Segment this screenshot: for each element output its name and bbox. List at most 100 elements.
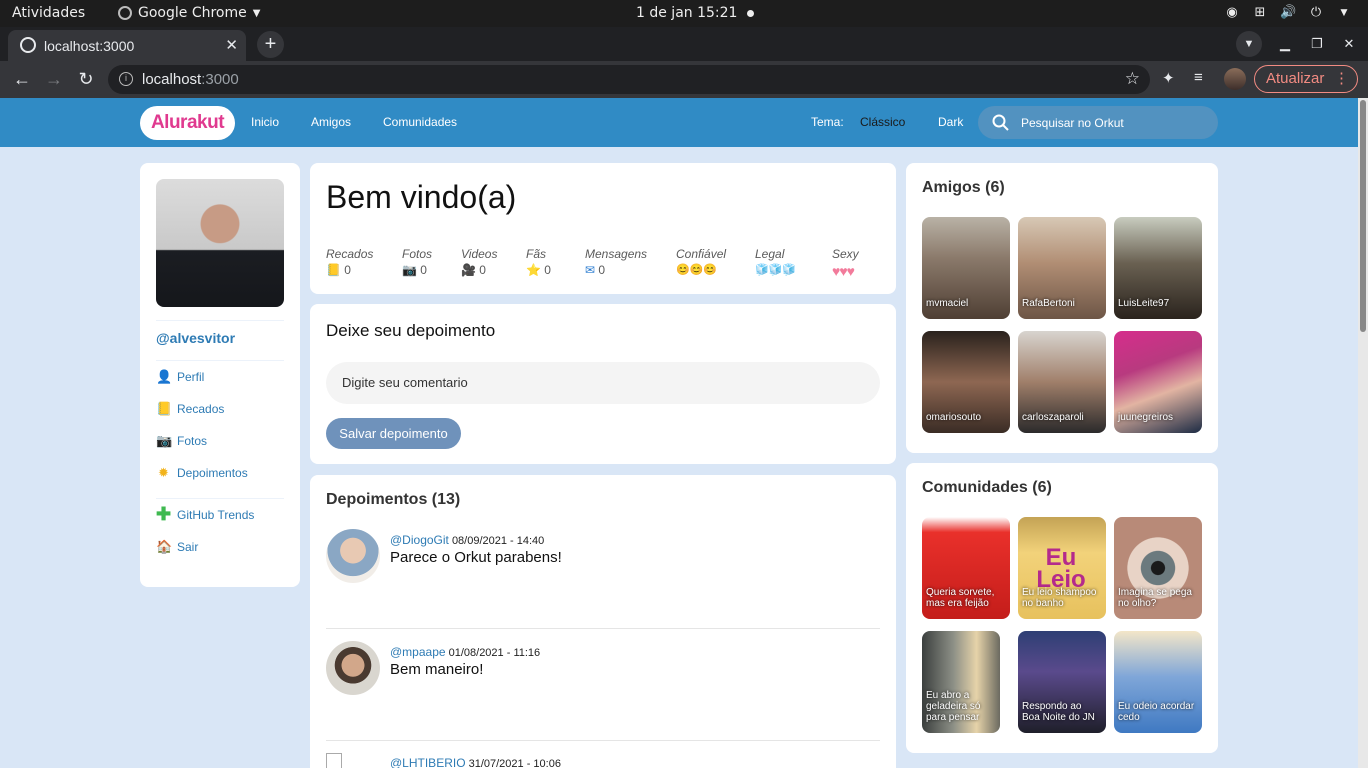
stat-recados[interactable]: Recados 📒 0 [326, 247, 402, 279]
alurakut-logo[interactable]: Alurakut [140, 106, 235, 140]
testimonial-avatar[interactable] [326, 641, 380, 695]
community-tile[interactable]: Eu odeio acordar cedo [1114, 631, 1202, 733]
maximize-icon[interactable]: ❐ [1308, 36, 1326, 52]
sidebar-item-recados[interactable]: 📒 Recados [156, 401, 224, 416]
clock[interactable]: 1 de jan 15:21 [636, 5, 755, 21]
minimize-icon[interactable]: ▁ [1276, 36, 1294, 52]
new-tab-button[interactable]: + [257, 31, 284, 58]
discord-icon[interactable]: ◉ [1224, 5, 1240, 21]
extensions-icon[interactable]: ✦ [1162, 69, 1175, 87]
tab-search-button[interactable]: ▼ [1236, 31, 1262, 57]
community-tile[interactable]: Respondo ao Boa Noite do JN [1018, 631, 1106, 733]
sidebar-item-fotos[interactable]: 📷 Fotos [156, 433, 207, 448]
media-queue-icon[interactable]: ≡ [1194, 69, 1203, 86]
browser-tab[interactable]: localhost:3000 ✕ [8, 30, 246, 61]
friend-tile[interactable]: juunegreiros [1114, 331, 1202, 433]
form-title: Deixe seu depoimento [326, 321, 496, 340]
update-label: Atualizar [1266, 70, 1325, 87]
community-tile[interactable]: Eu abro a geladeira só para pensar [922, 631, 1000, 733]
testimonial-avatar[interactable] [326, 529, 380, 583]
friend-name: LuisLeite97 [1118, 298, 1170, 309]
browser-toolbar: ← → ↻ i localhost:3000 ☆ ✦ ≡ Atualizar ⋮ [0, 61, 1368, 98]
close-tab-icon[interactable]: ✕ [225, 36, 238, 54]
address-bar[interactable]: i localhost:3000 ☆ [108, 65, 1150, 94]
sidebar-item-sair[interactable]: 🏠 Sair [156, 539, 198, 554]
url-text: localhost:3000 [142, 71, 239, 88]
save-testimonial-button[interactable]: Salvar depoimento [326, 418, 461, 449]
info-icon[interactable]: i [119, 72, 133, 86]
stat-videos[interactable]: Videos 🎥 0 [461, 247, 526, 279]
community-name: Eu abro a geladeira só para pensar [926, 690, 981, 723]
testimonials-box: Depoimentos (13) @DiogoGit 08/09/2021 - … [310, 475, 896, 768]
system-tray[interactable]: ◉ ⊞ 🔊 ⏻ ▼ [1224, 5, 1352, 21]
friends-box: Amigos (6) mvmaciel RafaBertoni LuisLeit… [906, 163, 1218, 453]
sidebar-item-label: Depoimentos [177, 465, 248, 480]
theme-dark[interactable]: Dark [938, 115, 963, 129]
testimonials-title: Depoimentos (13) [326, 491, 461, 508]
testimonial-user[interactable]: @LHTIBERIO [390, 756, 466, 768]
testimonial-user[interactable]: @mpaape [390, 645, 446, 659]
community-tile[interactable]: Eu Leio Eu leio shampoo no banho [1018, 517, 1106, 619]
chevron-down-icon[interactable]: ▼ [1336, 5, 1352, 21]
update-button[interactable]: Atualizar ⋮ [1254, 65, 1358, 93]
bookmark-star-icon[interactable]: ☆ [1125, 69, 1140, 89]
sidebar-item-depoimentos[interactable]: ✹ Depoimentos [156, 465, 248, 480]
back-icon[interactable]: ← [11, 68, 33, 90]
profile-photo[interactable] [156, 179, 284, 307]
testimonial-user[interactable]: @DiogoGit [390, 533, 449, 547]
friend-tile[interactable]: LuisLeite97 [1114, 217, 1202, 319]
sidebar-item-label: Perfil [177, 369, 205, 384]
tab-strip: localhost:3000 ✕ + ▼ ▁ ❐ ✕ [0, 27, 1368, 61]
friend-name: carloszaparoli [1022, 412, 1084, 423]
profile-avatar[interactable] [1224, 68, 1246, 90]
community-tile[interactable]: Queria sorvete, mas era feijão [922, 517, 1010, 619]
clock-text: 1 de jan 15:21 [636, 5, 738, 21]
search-input[interactable]: Pesquisar no Orkut [978, 106, 1218, 139]
volume-icon[interactable]: 🔊 [1280, 5, 1296, 21]
page-scrollbar[interactable] [1358, 98, 1368, 768]
stats-row: Recados 📒 0 Fotos 📷 0 Videos 🎥 0 Fãs ⭐ 0… [326, 247, 880, 279]
sun-icon: ✹ [158, 465, 169, 480]
community-name: Imagina se pega no olho? [1118, 587, 1192, 609]
app-menu[interactable]: Google Chrome ▼ [118, 5, 260, 21]
profile-handle[interactable]: @alvesvitor [156, 330, 235, 346]
theme-label: Tema: [811, 115, 844, 129]
sidebar-item-label: Recados [177, 401, 225, 416]
comment-input[interactable]: Digite seu comentario [326, 362, 880, 404]
friend-tile[interactable]: carloszaparoli [1018, 331, 1106, 433]
kebab-menu-icon[interactable]: ⋮ [1334, 66, 1349, 92]
theme-classic[interactable]: Clássico [860, 115, 905, 129]
friend-tile[interactable]: RafaBertoni [1018, 217, 1106, 319]
friend-tile[interactable]: mvmaciel [922, 217, 1010, 319]
forward-icon[interactable]: → [43, 68, 65, 90]
sidebar-item-github-trends[interactable]: ✚ GitHub Trends [156, 505, 254, 523]
stat-label: Legal [755, 247, 785, 261]
community-tile[interactable]: Imagina se pega no olho? [1114, 517, 1202, 619]
stat-fas[interactable]: Fãs ⭐ 0 [526, 247, 585, 279]
testimonial-meta: @LHTIBERIO 31/07/2021 - 10:06 [390, 756, 561, 768]
power-icon[interactable]: ⏻ [1308, 5, 1324, 21]
sidebar-item-perfil[interactable]: 👤 Perfil [156, 369, 204, 384]
stat-fotos[interactable]: Fotos 📷 0 [402, 247, 461, 279]
stat-legal[interactable]: Legal 🧊🧊🧊 [755, 247, 832, 279]
smiley-icon: 😊😊😊 [676, 264, 718, 276]
chrome-icon [118, 6, 132, 20]
stat-sexy[interactable]: Sexy ♥♥♥ [832, 247, 880, 279]
testimonial-date: 31/07/2021 - 10:06 [468, 758, 561, 768]
network-icon[interactable]: ⊞ [1252, 5, 1268, 21]
testimonial-date: 01/08/2021 - 11:16 [448, 647, 541, 659]
nav-comunidades[interactable]: Comunidades [383, 115, 457, 129]
nav-amigos[interactable]: Amigos [311, 115, 351, 129]
stat-value: 0 [544, 263, 551, 277]
close-window-icon[interactable]: ✕ [1340, 36, 1358, 52]
scrollbar-thumb[interactable] [1360, 100, 1366, 332]
stat-confiavel[interactable]: Confiável 😊😊😊 [676, 247, 755, 279]
stat-mensagens[interactable]: Mensagens ✉ 0 [585, 247, 676, 279]
friend-tile[interactable]: omariosouto [922, 331, 1010, 433]
stat-label: Mensagens [585, 247, 648, 261]
star-icon: ⭐ [526, 263, 541, 277]
nav-inicio[interactable]: Inicio [251, 115, 279, 129]
window-controls: ▼ ▁ ❐ ✕ [1236, 31, 1358, 57]
activities-button[interactable]: Atividades [12, 5, 85, 21]
reload-icon[interactable]: ↻ [75, 68, 97, 90]
